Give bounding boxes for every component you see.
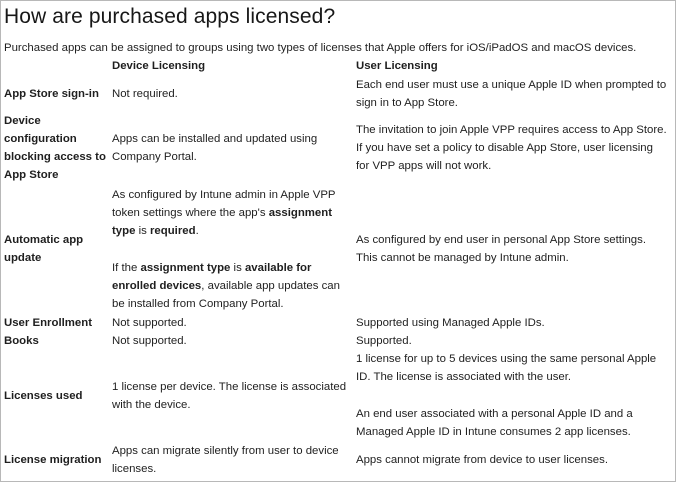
row-label-user-enrollment: User Enrollment <box>4 317 92 329</box>
user-licensing-user-enrollment: Supported using Managed Apple IDs. <box>356 317 545 329</box>
row-label-device-config: Device configuration blocking access to … <box>4 115 106 181</box>
device-licensing-books: Not supported. <box>112 335 187 347</box>
device-licensing-auto-update-required: As configured by Intune admin in Apple V… <box>112 189 336 237</box>
user-licensing-licenses-used-personal: 1 license for up to 5 devices using the … <box>356 353 657 383</box>
row-label-books: Books <box>4 335 39 347</box>
row-label-licenses-used: Licenses used <box>4 390 83 402</box>
user-licensing-auto-update: As configured by end user in personal Ap… <box>356 234 647 264</box>
column-header-device-licensing: Device Licensing <box>112 60 206 72</box>
user-licensing-books: Supported. <box>356 335 412 347</box>
page-title: How are purchased apps licensed? <box>4 5 336 28</box>
column-header-user-licensing: User Licensing <box>356 60 438 72</box>
row-label-automatic-app-update: Automatic app update <box>4 234 84 264</box>
device-licensing-device-config: Apps can be installed and updated using … <box>112 133 318 163</box>
intro-text: Purchased apps can be assigned to groups… <box>4 42 637 54</box>
user-licensing-app-store-signin: Each end user must use a unique Apple ID… <box>356 79 667 109</box>
row-label-app-store-signin: App Store sign-in <box>4 88 99 100</box>
device-licensing-license-migration: Apps can migrate silently from user to d… <box>112 445 339 475</box>
user-licensing-licenses-used-managed: An end user associated with a personal A… <box>356 408 633 438</box>
user-licensing-device-config: The invitation to join Apple VPP require… <box>356 124 667 172</box>
user-licensing-license-migration: Apps cannot migrate from device to user … <box>356 454 608 466</box>
row-label-license-migration: License migration <box>4 454 102 466</box>
device-licensing-auto-update-available: If the assignment type is available for … <box>112 262 340 310</box>
device-licensing-licenses-used: 1 license per device. The license is ass… <box>112 381 347 411</box>
device-licensing-app-store-signin: Not required. <box>112 88 178 100</box>
device-licensing-user-enrollment: Not supported. <box>112 317 187 329</box>
